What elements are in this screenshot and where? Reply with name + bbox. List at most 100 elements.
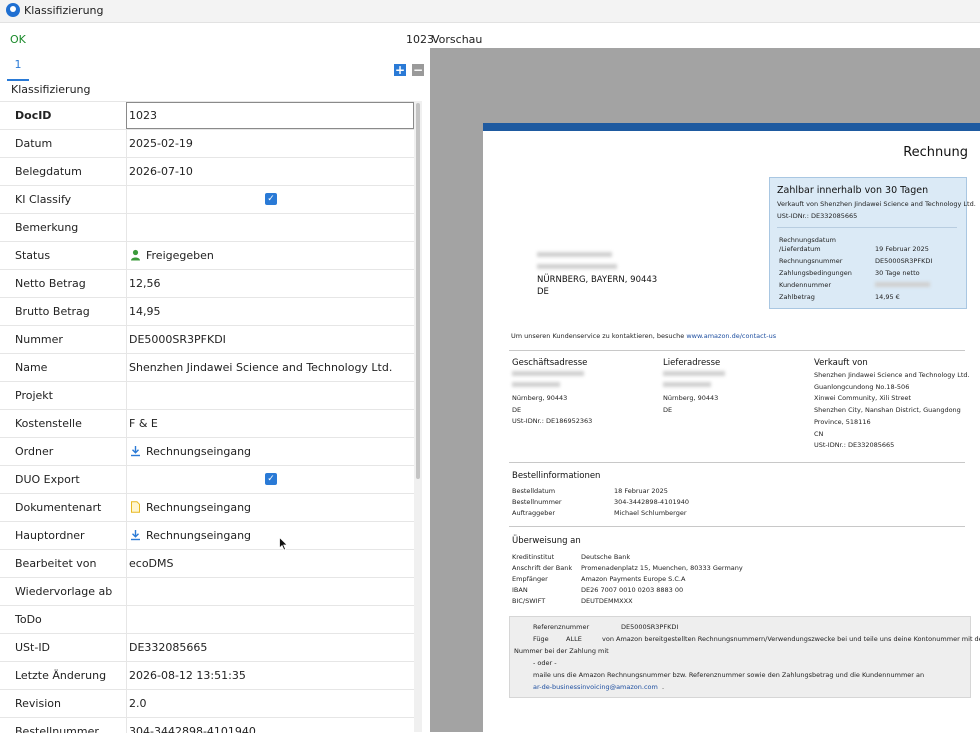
note-email-link[interactable]: ar-de-businessinvoicing@amazon.com	[533, 683, 658, 691]
billing-vat: USt-IDNr.: DE186952363	[512, 417, 593, 425]
scrollbar-thumb[interactable]	[416, 103, 420, 479]
status-field[interactable]: Freigegeben	[126, 242, 414, 269]
note-text: Nummer bei der Zahlung mit	[514, 647, 609, 655]
form-row-datum: Datum 2025-02-19	[0, 130, 414, 158]
seller-line: Shenzhen City, Nanshan District, Guangdo…	[814, 406, 961, 414]
netto-value: 12,56	[129, 277, 161, 290]
transfer-row-label: BIC/SWIFT	[512, 597, 546, 605]
wiedervorlage-label: Wiedervorlage ab	[15, 585, 113, 598]
box-row-value: 14,95 €	[875, 293, 900, 301]
bearbeitet-von-value: ecoDMS	[129, 557, 174, 570]
bestellnummer-field[interactable]: 304-3442898-4101940	[126, 718, 414, 733]
brutto-value: 14,95	[129, 305, 161, 318]
form-row-belegdatum: Belegdatum 2026-07-10	[0, 158, 414, 186]
form-scrollbar[interactable]	[414, 101, 422, 732]
redacted-delivery-street	[663, 382, 711, 387]
transfer-row-value: Amazon Payments Europe S.C.A	[581, 575, 686, 583]
panel-divider[interactable]	[422, 101, 430, 732]
name-label: Name	[15, 361, 48, 374]
wiedervorlage-field[interactable]	[126, 578, 414, 605]
box-row-value: DE5000SR3PFKDI	[875, 257, 933, 265]
redacted-billing-name	[512, 371, 584, 376]
ok-button[interactable]: OK	[10, 33, 26, 46]
plus-icon[interactable]: +	[394, 64, 406, 76]
seller-line: Guanlongcundong No.18-506	[814, 383, 910, 391]
bemerkung-label: Bemerkung	[15, 221, 79, 234]
name-value: Shenzhen Jindawei Science and Technology…	[129, 361, 393, 374]
invoice-top-bar	[483, 123, 980, 131]
minus-icon[interactable]: −	[412, 64, 424, 76]
form-row-wiedervorlage: Wiedervorlage ab	[0, 578, 414, 606]
box-row-label: Rechnungsnummer	[779, 257, 843, 265]
contact-text: Um unseren Kundenservice zu kontaktieren…	[511, 332, 685, 340]
seller-heading: Verkauft von	[814, 358, 868, 368]
ki-classify-checkbox[interactable]: ✓	[265, 193, 277, 205]
document-icon	[131, 501, 140, 513]
belegdatum-field[interactable]: 2026-07-10	[126, 158, 414, 185]
transfer-row-label: Anschrift der Bank	[512, 564, 573, 572]
form-row-brutto: Brutto Betrag 14,95	[0, 298, 414, 326]
payment-box: Zahlbar innerhalb von 30 Tagen Verkauft …	[769, 177, 976, 309]
divider	[509, 462, 965, 463]
note-text: Füge	[533, 635, 549, 643]
divider	[509, 526, 965, 527]
transfer-heading: Überweisung an	[512, 536, 581, 546]
box-row-label: /Lieferdatum	[779, 245, 821, 253]
form-row-revision: Revision 2.0	[0, 690, 414, 718]
letzte-aenderung-field[interactable]: 2026-08-12 13:51:35	[126, 662, 414, 689]
dokumentenart-value: Rechnungseingang	[146, 501, 252, 514]
projekt-field[interactable]	[126, 382, 414, 409]
transfer-row-value: Promenadenplatz 15, Muenchen, 80333 Germ…	[581, 564, 743, 572]
form-row-hauptordner: Hauptordner Rechnungseingang	[0, 522, 414, 550]
transfer-row-label: IBAN	[512, 586, 528, 594]
tab-1[interactable]: 1	[7, 57, 29, 81]
billing-heading: Geschäftsadresse	[512, 358, 588, 368]
form-row-todo: ToDo	[0, 606, 414, 634]
form-row-duo-export: DUO Export ✓	[0, 466, 414, 494]
billing-city: Nürnberg, 90443	[512, 394, 568, 402]
divider	[509, 350, 965, 351]
contact-link[interactable]: www.amazon.de/contact-us	[686, 332, 776, 340]
redacted-customer-number	[875, 282, 930, 287]
ordner-field[interactable]: Rechnungseingang	[126, 438, 414, 465]
transfer-row-label: Empfänger	[512, 575, 548, 583]
form-row-status: Status Freigegeben	[0, 242, 414, 270]
duo-export-checkbox[interactable]: ✓	[265, 473, 277, 485]
brutto-field[interactable]: 14,95	[126, 298, 414, 325]
dokumentenart-field[interactable]: Rechnungseingang	[126, 494, 414, 521]
form-row-ki-classify: KI Classify ✓	[0, 186, 414, 214]
order-row-label: Bestelldatum	[512, 487, 556, 495]
nummer-field[interactable]: DE5000SR3PFKDI	[126, 326, 414, 353]
datum-field[interactable]: 2025-02-19	[126, 130, 414, 157]
ust-id-value: DE332085665	[129, 641, 208, 654]
order-heading: Bestellinformationen	[512, 471, 601, 481]
docid-input[interactable]: 1023	[126, 102, 414, 129]
bearbeitet-von-field[interactable]: ecoDMS	[126, 550, 414, 577]
belegdatum-value: 2026-07-10	[129, 165, 193, 178]
form-row-bemerkung: Bemerkung	[0, 214, 414, 242]
user-icon	[131, 249, 140, 261]
ust-id-field[interactable]: DE332085665	[126, 634, 414, 661]
todo-field[interactable]	[126, 606, 414, 633]
redacted-name	[537, 252, 612, 257]
kostenstelle-field[interactable]: F & E	[126, 410, 414, 437]
form-row-bearbeitet-von: Bearbeitet von ecoDMS	[0, 550, 414, 578]
redacted-street	[537, 264, 617, 269]
seller-line: USt-IDNr.: DE332085665	[814, 441, 895, 449]
revision-field[interactable]: 2.0	[126, 690, 414, 717]
box-row-label: Zahlungsbedingungen	[779, 269, 852, 277]
order-row-value: 18 Februar 2025	[614, 487, 668, 495]
name-field[interactable]: Shenzhen Jindawei Science and Technology…	[126, 354, 414, 381]
bemerkung-field[interactable]	[126, 214, 414, 241]
invoice-title: Rechnung	[903, 145, 968, 160]
transfer-row-value: DEUTDEMMXXX	[581, 597, 633, 605]
hauptordner-field[interactable]: Rechnungseingang	[126, 522, 414, 549]
mouse-cursor-icon	[279, 537, 289, 551]
transfer-row-value: DE26 7007 0010 0203 8883 00	[581, 586, 684, 594]
ordner-label: Ordner	[15, 445, 54, 458]
dokumentenart-label: Dokumentenart	[15, 501, 102, 514]
revision-label: Revision	[15, 697, 61, 710]
sold-by-line: Verkauft von Shenzhen Jindawei Science a…	[777, 200, 976, 208]
docid-value: 1023	[129, 109, 157, 122]
netto-field[interactable]: 12,56	[126, 270, 414, 297]
